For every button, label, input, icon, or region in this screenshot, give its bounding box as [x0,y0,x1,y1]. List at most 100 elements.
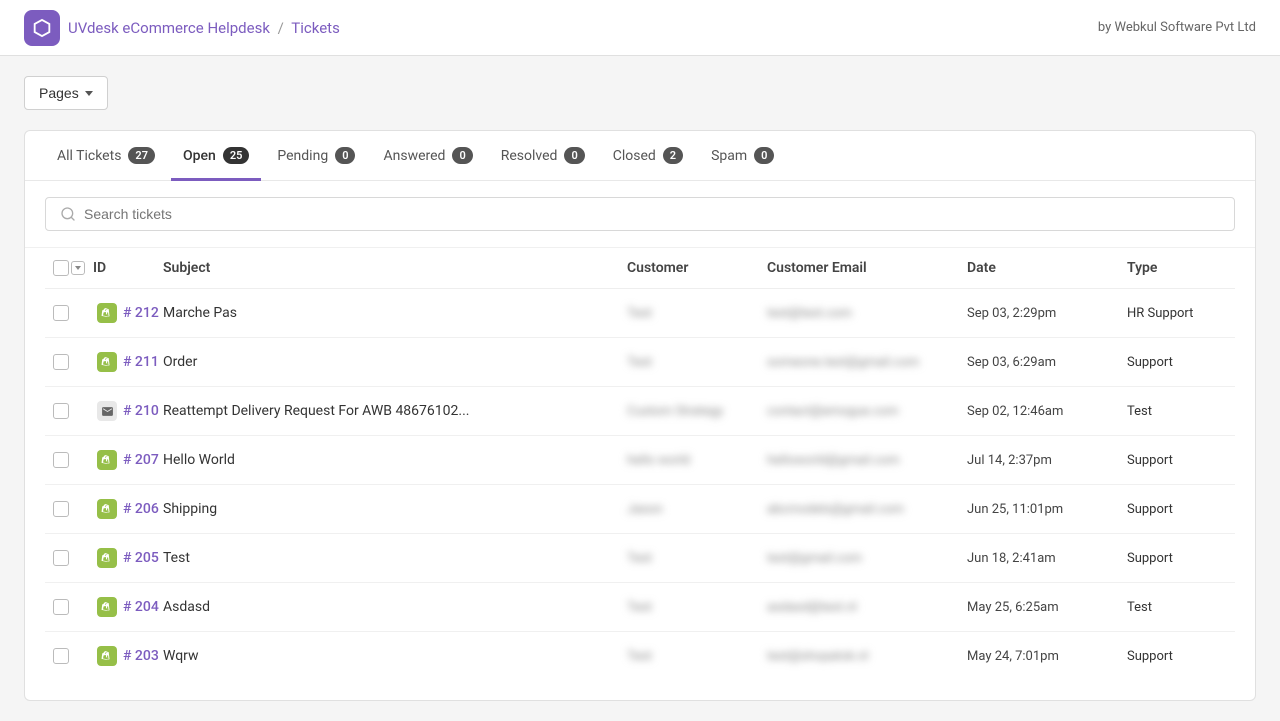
breadcrumb: UVdesk eCommerce Helpdesk / Tickets [68,19,340,37]
row-checkbox[interactable] [53,501,69,517]
row-checkbox[interactable] [53,550,69,566]
row-date: Jul 14, 2:37pm [967,453,1127,468]
select-all-checkbox[interactable] [53,260,69,276]
source-shopify-icon [97,597,117,617]
tab-resolved-badge: 0 [564,147,584,164]
row-subject[interactable]: Marche Pas [163,305,627,321]
row-customer: Test [627,649,767,664]
row-type: Support [1127,649,1227,664]
row-email: abcmodels@gmail.com [767,502,967,517]
row-subject[interactable]: Order [163,354,627,370]
row-date: Jun 25, 11:01pm [967,502,1127,517]
row-email: test@test.com [767,306,967,321]
table-body: # 212 Marche Pas Test test@test.com Sep … [45,289,1235,680]
row-checkbox[interactable] [53,354,69,370]
row-checkbox-cell [53,648,93,664]
row-subject[interactable]: Asdasd [163,599,627,615]
row-type: Support [1127,453,1227,468]
table-row: # 205 Test Test test@gmail.com Jun 18, 2… [45,534,1235,583]
tab-pending[interactable]: Pending 0 [265,131,367,181]
row-subject[interactable]: Hello World [163,452,627,468]
tab-closed-badge: 2 [663,147,683,164]
row-date: Sep 02, 12:46am [967,404,1127,419]
pages-button[interactable]: Pages [24,76,108,110]
table-row: # 203 Wqrw Test test@shopatok.nl May 24,… [45,632,1235,680]
search-input[interactable] [84,206,1220,222]
row-email: helloworld@gmail.com [767,453,967,468]
ticket-id[interactable]: # 210 [123,403,159,419]
col-id: ID [93,260,163,276]
row-customer: Jason [627,502,767,517]
header-checkbox-cell [53,260,93,276]
row-checkbox-cell [53,501,93,517]
ticket-id[interactable]: # 204 [123,599,159,615]
row-email: asdasd@test.nl [767,600,967,615]
tab-spam[interactable]: Spam 0 [699,131,786,181]
dropdown-caret-icon [75,266,81,270]
row-type: Test [1127,404,1227,419]
tab-answered-badge: 0 [452,147,472,164]
row-id-cell: # 210 [93,401,163,421]
table-row: # 207 Hello World hello world helloworld… [45,436,1235,485]
row-date: May 25, 6:25am [967,600,1127,615]
row-type: Support [1127,551,1227,566]
ticket-id[interactable]: # 207 [123,452,159,468]
row-checkbox-cell [53,452,93,468]
table-header: ID Subject Customer Customer Email Date … [45,248,1235,289]
tab-closed[interactable]: Closed 2 [601,131,695,181]
row-checkbox-cell [53,403,93,419]
row-subject[interactable]: Shipping [163,501,627,517]
search-icon [60,206,76,222]
source-shopify-icon [97,450,117,470]
col-email: Customer Email [767,260,967,276]
source-shopify-icon [97,548,117,568]
row-checkbox[interactable] [53,599,69,615]
ticket-panel: All Tickets 27 Open 25 Pending 0 Answere… [24,130,1256,701]
ticket-id[interactable]: # 211 [123,354,159,370]
row-email: test@gmail.com [767,551,967,566]
table-row: # 210 Reattempt Delivery Request For AWB… [45,387,1235,436]
table-row: # 212 Marche Pas Test test@test.com Sep … [45,289,1235,338]
tab-pending-badge: 0 [335,147,355,164]
row-checkbox[interactable] [53,305,69,321]
source-email-icon [97,401,117,421]
row-subject[interactable]: Reattempt Delivery Request For AWB 48676… [163,403,627,419]
table-row: # 206 Shipping Jason abcmodels@gmail.com… [45,485,1235,534]
search-input-wrap [45,197,1235,231]
ticket-id[interactable]: # 203 [123,648,159,664]
tabs-bar: All Tickets 27 Open 25 Pending 0 Answere… [25,131,1255,181]
row-id-cell: # 205 [93,548,163,568]
ticket-table: ID Subject Customer Customer Email Date … [25,248,1255,700]
logo-icon [24,10,60,46]
row-id-cell: # 206 [93,499,163,519]
row-customer: Test [627,355,767,370]
ticket-id[interactable]: # 206 [123,501,159,517]
row-checkbox[interactable] [53,452,69,468]
top-bar: UVdesk eCommerce Helpdesk / Tickets by W… [0,0,1280,56]
brand-section: UVdesk eCommerce Helpdesk / Tickets [24,10,340,46]
tab-open[interactable]: Open 25 [171,131,261,181]
row-checkbox[interactable] [53,648,69,664]
row-customer: Test [627,551,767,566]
ticket-id[interactable]: # 212 [123,305,159,321]
tab-open-badge: 25 [223,147,250,164]
col-date: Date [967,260,1127,276]
row-customer: hello world [627,453,767,468]
col-type: Type [1127,260,1227,276]
tab-all-tickets[interactable]: All Tickets 27 [45,131,167,181]
table-row: # 204 Asdasd Test asdasd@test.nl May 25,… [45,583,1235,632]
row-customer: Test [627,306,767,321]
source-shopify-icon [97,352,117,372]
tab-answered[interactable]: Answered 0 [371,131,484,181]
row-checkbox[interactable] [53,403,69,419]
row-subject[interactable]: Wqrw [163,648,627,664]
tab-resolved[interactable]: Resolved 0 [489,131,597,181]
row-id-cell: # 204 [93,597,163,617]
row-id-cell: # 203 [93,646,163,666]
row-subject[interactable]: Test [163,550,627,566]
row-type: Support [1127,502,1227,517]
row-date: Jun 18, 2:41am [967,551,1127,566]
select-dropdown[interactable] [71,261,85,275]
row-type: Support [1127,355,1227,370]
ticket-id[interactable]: # 205 [123,550,159,566]
